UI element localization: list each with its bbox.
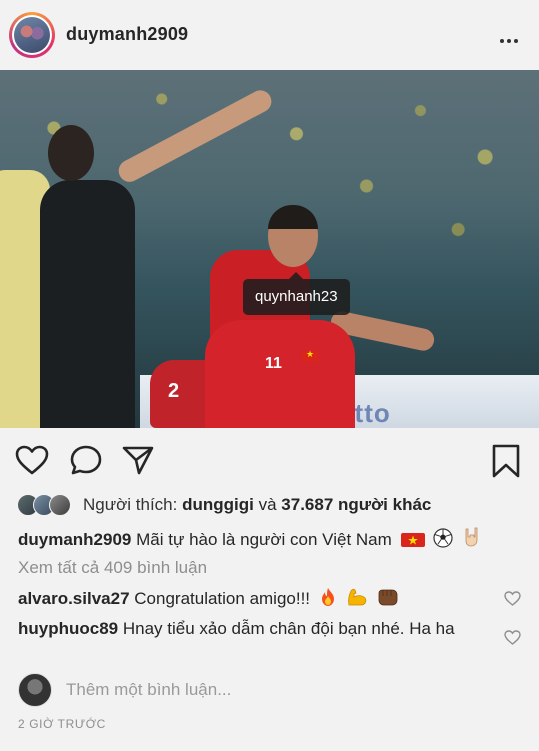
post-header: duymanh2909 [0, 0, 539, 70]
comment-item: huyphuoc89 Hnay tiểu xảo dẫm chân đội bạ… [18, 618, 488, 640]
likes-connector: và [258, 495, 277, 514]
send-icon[interactable] [122, 445, 154, 475]
referee-figure [40, 180, 135, 428]
comment-icon[interactable] [69, 444, 103, 476]
instagram-post: duymanh2909 Motto 11 11 2 quynhanh23 [0, 0, 539, 751]
soccer-ball-icon [433, 528, 453, 548]
caption-username[interactable]: duymanh2909 [18, 530, 131, 549]
avatar [49, 494, 71, 516]
comment-text: Congratulation amigo!!! [134, 589, 311, 608]
bookmark-icon[interactable] [491, 444, 521, 478]
avatar [18, 673, 52, 707]
likes-summary[interactable]: Người thích: dunggigi và 37.687 người kh… [17, 493, 431, 517]
vietnam-flag-patch [302, 349, 318, 362]
view-all-comments-link[interactable]: Xem tất cả 409 bình luận [18, 558, 207, 578]
author-username[interactable]: duymanh2909 [66, 24, 188, 45]
player-figure [205, 320, 355, 428]
post-timestamp: 2 GIỜ TRƯỚC [18, 717, 106, 731]
caption-text: Mãi tự hào là người con Việt Nam [136, 530, 392, 549]
post-photo[interactable]: Motto 11 11 2 quynhanh23 [0, 70, 539, 428]
shirt-number: 2 [168, 380, 180, 402]
comment-item: alvaro.silva27 Congratulation amigo!!! [18, 587, 488, 610]
like-comment-heart-icon[interactable] [504, 591, 521, 606]
likes-others[interactable]: 37.687 người khác [281, 495, 431, 515]
fire-icon [321, 588, 334, 606]
more-options-icon[interactable] [500, 30, 522, 43]
comment-text: Hnay tiểu xảo dẫm chân đội bạn nhé. Ha h… [122, 619, 455, 638]
rock-hand-icon [465, 527, 478, 547]
heart-icon[interactable] [15, 445, 49, 475]
liker-avatars [17, 494, 77, 516]
vietnam-flag-icon [400, 533, 425, 547]
shirt-number: 11 [265, 355, 282, 372]
post-caption: duymanh2909 Mãi tự hào là người con Việt… [18, 526, 482, 550]
add-comment-input[interactable]: Thêm một bình luận... [66, 680, 231, 700]
action-bar [0, 428, 539, 488]
author-avatar[interactable] [9, 12, 55, 58]
fist-bump-icon [378, 589, 398, 606]
like-comment-heart-icon[interactable] [504, 630, 521, 645]
comment-username[interactable]: alvaro.silva27 [18, 589, 130, 608]
add-comment-row: Thêm một bình luận... [18, 673, 231, 707]
likes-prefix: Người thích: [83, 495, 178, 514]
user-tag[interactable]: quynhanh23 [243, 272, 350, 315]
flexed-biceps-icon [347, 588, 366, 606]
first-liker[interactable]: dunggigi [182, 495, 254, 515]
comment-username[interactable]: huyphuoc89 [18, 619, 118, 638]
